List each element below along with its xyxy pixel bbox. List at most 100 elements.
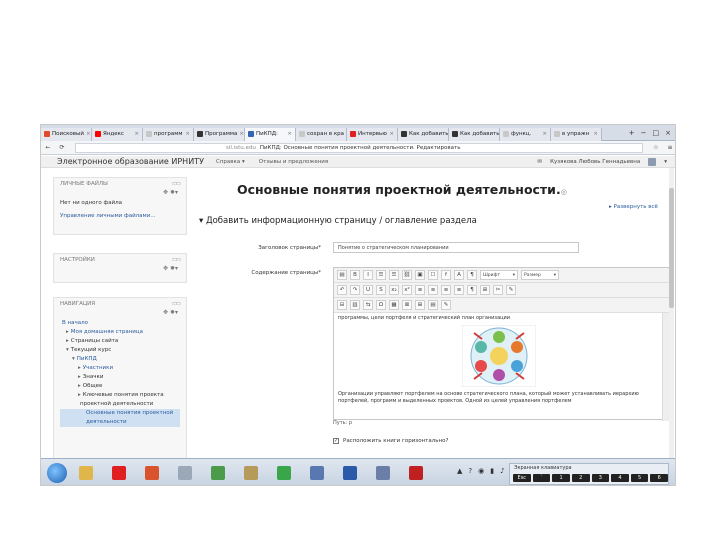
- nav-item[interactable]: ▸ Участники: [60, 364, 180, 373]
- page-title-input[interactable]: Понятие о стратегическом планировании: [333, 242, 579, 253]
- paint-icon[interactable]: [376, 466, 390, 480]
- nav-item[interactable]: ▾ ПиКПД: [60, 355, 180, 364]
- manage-files-link[interactable]: Управление личными файлами...: [54, 208, 186, 221]
- editor-tool-button[interactable]: ↶: [337, 285, 347, 295]
- keyboard-key[interactable]: 4: [611, 474, 629, 482]
- browser-tab[interactable]: Поисковый ×: [41, 127, 92, 141]
- editor-tool-button[interactable]: ⛓: [402, 270, 412, 280]
- dock-icon[interactable]: ▭▭: [172, 301, 181, 307]
- editor-tool-button[interactable]: ¶: [467, 285, 477, 295]
- close-tab-icon[interactable]: ×: [86, 131, 91, 137]
- close-tab-icon[interactable]: ×: [542, 131, 547, 137]
- scroll-thumb[interactable]: [669, 188, 674, 308]
- editor-tool-button[interactable]: ⊞: [480, 285, 490, 295]
- menu-icon[interactable]: ≡: [663, 144, 675, 151]
- yandex-icon[interactable]: [112, 466, 126, 480]
- editor-tool-button[interactable]: ▤: [428, 300, 438, 310]
- user-name[interactable]: Кузякова Любовь Геннадьевна: [550, 159, 640, 165]
- editor-tool-button[interactable]: S: [376, 285, 386, 295]
- browser-icon[interactable]: [145, 466, 159, 480]
- size-select[interactable]: Размер ▾: [521, 270, 559, 280]
- editor-tool-button[interactable]: ¶: [467, 270, 477, 280]
- tray-icon[interactable]: ?: [468, 467, 472, 475]
- nav-item[interactable]: ▸ Значки: [60, 373, 180, 382]
- nav-item[interactable]: ▸ Моя домашняя страница: [60, 328, 180, 337]
- keyboard-key[interactable]: 5: [630, 474, 649, 482]
- editor-tool-button[interactable]: ⊞: [415, 300, 425, 310]
- browser-tab[interactable]: Как добавить×: [398, 127, 449, 141]
- on-screen-keyboard[interactable]: Экранная клавиатура Esc ` 1 2 3 4 5 6: [509, 463, 669, 485]
- keyboard-key[interactable]: 3: [591, 474, 610, 482]
- dock-icon[interactable]: ▭▭: [172, 181, 181, 187]
- editor-tool-button[interactable]: ☐: [428, 270, 438, 280]
- block-controls[interactable]: ✥ ✹▾: [54, 265, 186, 274]
- browser-tab[interactable]: в упражн ×: [551, 127, 602, 141]
- nav-item[interactable]: деятельности: [60, 418, 180, 427]
- nav-item[interactable]: ▸ Страницы сайта: [60, 337, 180, 346]
- network-icon[interactable]: [310, 466, 324, 480]
- editor-content[interactable]: программы, цели портфеля и стратегически…: [334, 313, 669, 415]
- browser-tab[interactable]: ПиКПД: ×: [245, 127, 296, 141]
- back-arrow-icon[interactable]: ←: [41, 144, 55, 151]
- keyboard-key[interactable]: 6: [650, 474, 668, 482]
- word-icon[interactable]: [343, 466, 357, 480]
- nav-item[interactable]: ▸ Общее: [60, 382, 180, 391]
- browser-tab[interactable]: сохран в кра×: [296, 127, 347, 141]
- editor-tool-button[interactable]: ⇆: [363, 300, 373, 310]
- menu-help[interactable]: Справка ▾: [216, 159, 245, 165]
- keyboard-key[interactable]: 1: [552, 474, 570, 482]
- editor-tool-button[interactable]: ▣: [415, 270, 425, 280]
- editor-tool-button[interactable]: ⊟: [337, 300, 347, 310]
- editor-tool-button[interactable]: A: [454, 270, 464, 280]
- tray-icon[interactable]: ◉: [478, 467, 484, 475]
- editor-tool-button[interactable]: x₂: [389, 285, 399, 295]
- editor-tool-button[interactable]: ☰: [376, 270, 386, 280]
- nav-item[interactable]: Основные понятия проектной: [60, 409, 180, 418]
- html-editor[interactable]: ▤ B I ☰ ☰ ⛓ ▣ ☐ f A ¶ Шрифт ▾ Размер ▾ ↶ ↷ U Sx₂ x² ≡ ≡ ≡ ≡ ¶ ⊞ ✂…: [333, 267, 670, 421]
- editor-tool-button[interactable]: x²: [402, 285, 412, 295]
- close-tab-icon[interactable]: ×: [593, 131, 598, 137]
- menu-feedback[interactable]: Отзывы и предложения: [259, 159, 328, 165]
- browser-tab[interactable]: Интервью ×: [347, 127, 398, 141]
- window-control-icon[interactable]: □: [653, 129, 660, 137]
- browser-tab[interactable]: Программа ×: [194, 127, 245, 141]
- editor-tool-button[interactable]: ☰: [389, 270, 399, 280]
- messages-icon[interactable]: ✉: [537, 159, 542, 165]
- keyboard-key[interactable]: Esc: [513, 474, 531, 482]
- reload-icon[interactable]: ⟳: [55, 144, 69, 151]
- editor-tool-button[interactable]: ⊠: [402, 300, 412, 310]
- url-field[interactable]: sil.istu.edu ПиКПД: Основные понятия про…: [75, 142, 643, 153]
- browser-tab[interactable]: Как добавить×: [449, 127, 500, 141]
- page-scrollbar[interactable]: [669, 168, 674, 458]
- browser-tab[interactable]: Яндекс ×: [92, 127, 143, 141]
- tray-icon[interactable]: ▲: [457, 467, 462, 475]
- editor-tool-button[interactable]: ▦: [389, 300, 399, 310]
- browser-tab[interactable]: функц. ×: [500, 127, 551, 141]
- editor-tool-button[interactable]: f: [441, 270, 451, 280]
- editor-tool-button[interactable]: ▥: [350, 300, 360, 310]
- block-controls[interactable]: ✥ ✹▾: [54, 309, 186, 318]
- files-icon[interactable]: [244, 466, 258, 480]
- tray-icon[interactable]: ▮: [490, 467, 494, 475]
- editor-tool-button[interactable]: Ω: [376, 300, 386, 310]
- pdf-icon[interactable]: [409, 466, 423, 480]
- nav-item[interactable]: ▾ Текущий курс: [60, 346, 180, 355]
- close-tab-icon[interactable]: ×: [239, 131, 244, 137]
- editor-tool-button[interactable]: U: [363, 285, 373, 295]
- nav-item[interactable]: ▸ Ключевые понятия проекта: [60, 391, 180, 400]
- window-control-icon[interactable]: +: [629, 129, 635, 137]
- nav-item[interactable]: В начало: [60, 319, 180, 328]
- keyboard-key[interactable]: `: [532, 474, 551, 482]
- editor-tool-button[interactable]: ≡: [441, 285, 451, 295]
- dock-icon[interactable]: ▭▭: [172, 257, 181, 263]
- expand-all-link[interactable]: ▸ Развернуть всё: [609, 204, 658, 210]
- block-controls[interactable]: ✥ ✹▾: [54, 189, 186, 198]
- star-icon[interactable]: ☆: [649, 144, 663, 151]
- editor-tool-button[interactable]: I: [363, 270, 373, 280]
- editor-tool-button[interactable]: ≡: [454, 285, 464, 295]
- close-tab-icon[interactable]: ×: [185, 131, 190, 137]
- editor-scrollbar[interactable]: [662, 313, 669, 421]
- media-icon[interactable]: [178, 466, 192, 480]
- window-control-icon[interactable]: ×: [665, 129, 671, 137]
- nav-item[interactable]: проектной деятельности: [60, 400, 180, 409]
